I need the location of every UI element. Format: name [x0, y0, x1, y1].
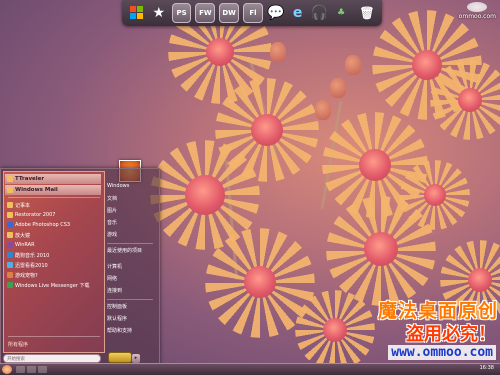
- divider: [107, 243, 153, 244]
- divider: [8, 336, 100, 337]
- leaf-icon[interactable]: ♣: [332, 4, 350, 22]
- pinned-item[interactable]: Windows Mail: [5, 185, 101, 195]
- start-menu: TTraveler Windows Mail 记事本 Restorator 20…: [0, 168, 160, 366]
- taskbar-clock[interactable]: 16:38: [480, 365, 494, 371]
- place-item[interactable]: 图片: [107, 207, 117, 214]
- recent-item[interactable]: 记事本: [7, 200, 30, 210]
- divider: [107, 299, 153, 300]
- place-item[interactable]: 游戏: [107, 231, 117, 238]
- flower-bud: [330, 78, 346, 98]
- recent-item[interactable]: 游戏宠物?: [7, 270, 38, 280]
- program-icon: [7, 262, 13, 268]
- watermark-url: www.ommoo.com: [388, 345, 496, 360]
- flower-center: [185, 175, 225, 215]
- recent-item[interactable]: Adobe Photoshop CS3: [7, 220, 70, 230]
- top-dock: ★ PS FW DW Fl 💬 e 🎧 ♣ 🗑: [122, 0, 382, 26]
- program-icon: [7, 202, 13, 208]
- place-item[interactable]: 音乐: [107, 219, 117, 226]
- flower-center: [364, 232, 398, 266]
- watermark-subtitle: 盗用必究！: [406, 324, 496, 345]
- flower-bud: [270, 42, 286, 62]
- recent-item[interactable]: 放大镜: [7, 230, 30, 240]
- recent-item[interactable]: 酷狗音乐 2010: [7, 250, 49, 260]
- flower-bud: [315, 100, 331, 120]
- power-button[interactable]: [108, 352, 132, 363]
- pinned-item-label: Windows Mail: [15, 187, 58, 193]
- star-icon[interactable]: ★: [150, 4, 168, 22]
- recent-item[interactable]: Restorator 2007: [7, 210, 55, 220]
- program-icon: [7, 187, 13, 193]
- flower-center: [458, 88, 482, 112]
- recent-item-label: Windows Live Messenger 下载: [15, 282, 90, 289]
- place-item[interactable]: 控制面板: [107, 303, 127, 310]
- place-item[interactable]: 帮助和支持: [107, 327, 132, 334]
- pinned-item-label: TTraveler: [15, 176, 45, 182]
- recent-item-label: 游戏宠物?: [15, 272, 38, 279]
- place-item[interactable]: 计算机: [107, 263, 122, 270]
- place-item[interactable]: 文档: [107, 195, 117, 202]
- recent-item-label: 放大镜: [15, 232, 31, 239]
- quick-launch-icon[interactable]: [38, 366, 47, 373]
- flower-center: [468, 268, 492, 292]
- flower-center: [359, 149, 391, 181]
- quick-launch-icon[interactable]: [27, 366, 36, 373]
- pinned-item[interactable]: TTraveler: [5, 174, 101, 184]
- recent-item[interactable]: 迅雷看看2010: [7, 260, 48, 270]
- program-icon: [7, 272, 13, 278]
- recent-item[interactable]: Windows Live Messenger 下载: [7, 280, 89, 290]
- taskbar: 16:38: [0, 363, 500, 375]
- start-search-input[interactable]: 开始搜索: [3, 354, 101, 363]
- watermark-title: 魔法桌面原创: [377, 300, 498, 322]
- flower-center: [244, 266, 276, 298]
- quick-launch-icon[interactable]: [16, 366, 25, 373]
- fireworks-icon[interactable]: FW: [195, 3, 216, 23]
- program-icon: [7, 242, 13, 248]
- program-icon: [7, 232, 13, 238]
- place-item[interactable]: 默认程序: [107, 315, 127, 322]
- flower-center: [323, 318, 347, 342]
- watermark-top-text: ommoo.com: [458, 13, 496, 20]
- recent-item[interactable]: WinRAR: [7, 240, 35, 250]
- place-item[interactable]: 网络: [107, 275, 117, 282]
- place-item[interactable]: 连接到: [107, 287, 122, 294]
- windows-icon[interactable]: [128, 4, 146, 22]
- flash-icon[interactable]: Fl: [243, 3, 263, 23]
- dreamweaver-icon[interactable]: DW: [219, 3, 240, 23]
- headphones-icon[interactable]: 🎧: [311, 4, 329, 22]
- flower-bud: [345, 55, 361, 75]
- program-icon: [7, 282, 13, 288]
- flower-center: [206, 38, 234, 66]
- program-icon: [7, 212, 13, 218]
- place-item[interactable]: 最近使用的项目: [107, 247, 142, 254]
- start-button[interactable]: [2, 365, 12, 374]
- recent-item-label: 酷狗音乐 2010: [15, 252, 50, 259]
- chat-icon[interactable]: 💬: [267, 4, 285, 22]
- ie-icon[interactable]: e: [289, 4, 307, 22]
- recent-item-label: 迅雷看看2010: [15, 262, 48, 269]
- watermark-logo-icon: [467, 2, 488, 12]
- power-options-arrow-icon[interactable]: ▸: [132, 354, 140, 363]
- start-menu-places: Windows 文档 图片 音乐 游戏 最近使用的项目 计算机 网络 连接到 控…: [105, 171, 157, 351]
- flower-center: [424, 184, 446, 206]
- recent-item-label: Adobe Photoshop CS3: [15, 222, 71, 228]
- divider: [8, 197, 100, 198]
- recent-item-label: 记事本: [15, 202, 31, 209]
- recycle-icon[interactable]: 🗑: [358, 4, 376, 22]
- watermark-top: ommoo.com: [459, 2, 496, 21]
- start-menu-programs: TTraveler Windows Mail 记事本 Restorator 20…: [3, 171, 105, 353]
- recent-item-label: WinRAR: [15, 242, 35, 248]
- flower-center: [251, 114, 283, 146]
- photoshop-icon[interactable]: PS: [171, 3, 192, 23]
- all-programs-link[interactable]: 所有程序: [8, 341, 28, 348]
- place-item[interactable]: Windows: [107, 183, 129, 189]
- recent-item-label: Restorator 2007: [15, 212, 56, 218]
- program-icon: [7, 222, 13, 228]
- program-icon: [7, 252, 13, 258]
- program-icon: [7, 176, 13, 182]
